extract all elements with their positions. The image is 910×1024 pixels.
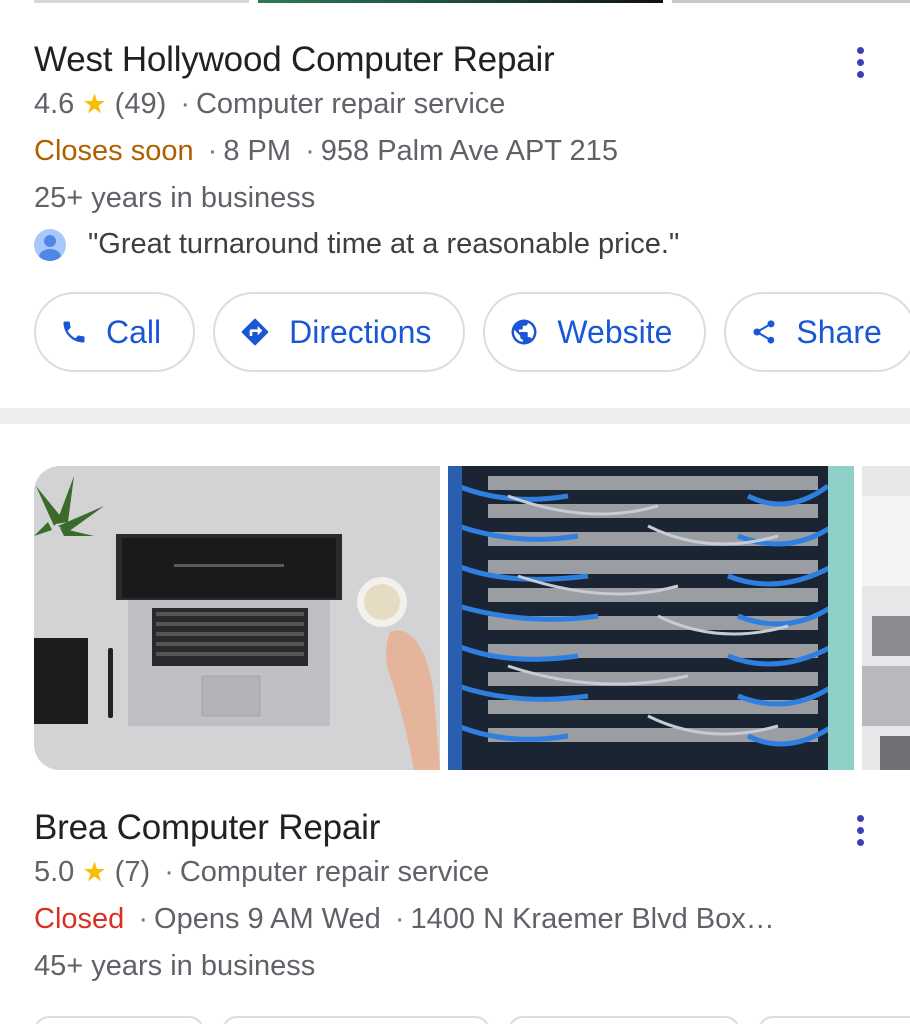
share-button[interactable]: Share: [724, 292, 910, 372]
section-divider: [0, 408, 910, 424]
business-listing-brea[interactable]: Brea Computer Repair 5.0 ★ (7) · Computer…: [0, 424, 910, 1024]
years-in-business: 25+ years in business: [34, 182, 316, 214]
phone-icon: [63, 321, 85, 343]
photo-office[interactable]: [862, 466, 910, 770]
separator: ·: [164, 856, 174, 888]
dot-icon: [856, 838, 864, 846]
server-image: [448, 466, 854, 770]
separator: ·: [180, 88, 190, 120]
address: 958 Palm Ave APT 215: [320, 135, 618, 167]
rating-line: 5.0 ★ (7) · Computer repair service: [34, 856, 489, 889]
business-name[interactable]: Brea Computer Repair: [34, 808, 380, 848]
rating-value: 5.0: [34, 856, 75, 888]
avatar-icon: [34, 228, 66, 261]
chip-edge[interactable]: [758, 1016, 910, 1024]
more-options-button[interactable]: [848, 42, 872, 82]
photo-server-rack[interactable]: [448, 466, 854, 770]
star-icon: ★: [82, 89, 107, 119]
years-in-business: 45+ years in business: [34, 950, 316, 982]
website-button[interactable]: Website: [483, 292, 707, 372]
opening-time: Opens 9 AM Wed: [154, 903, 381, 935]
website-label: Website: [557, 313, 673, 350]
dot-icon: [856, 70, 864, 78]
separator: ·: [394, 903, 405, 935]
address: 1400 N Kraemer Blvd Box…: [410, 903, 775, 935]
more-options-button[interactable]: [848, 810, 872, 850]
call-label: Call: [106, 313, 162, 350]
review-count[interactable]: (7): [115, 856, 150, 888]
business-listing-west-hollywood[interactable]: West Hollywood Computer Repair 4.6 ★ (49…: [0, 0, 910, 408]
review-quote: "Great turnaround time at a reasonable p…: [88, 228, 680, 260]
review-snippet: "Great turnaround time at a reasonable p…: [34, 228, 679, 261]
separator: ·: [207, 135, 218, 167]
directions-icon: [241, 318, 269, 346]
action-chips: Call Directions Website Share: [34, 292, 910, 372]
category: Computer repair service: [195, 88, 506, 120]
office-image: [862, 466, 910, 770]
hours-address-line: Closes soon · 8 PM · 958 Palm Ave APT 215: [34, 135, 618, 168]
photo-carousel[interactable]: [34, 466, 910, 770]
rating-line: 4.6 ★ (49) · Computer repair service: [34, 88, 505, 121]
dot-icon: [856, 46, 864, 54]
directions-label: Directions: [289, 313, 432, 350]
dot-icon: [856, 826, 864, 834]
status-text: Closes soon: [34, 135, 194, 167]
chip-edge[interactable]: [508, 1016, 740, 1024]
closing-time: 8 PM: [223, 135, 292, 167]
category: Computer repair service: [179, 856, 490, 888]
photo-laptop-desk[interactable]: [34, 466, 440, 770]
review-count[interactable]: (49): [115, 88, 167, 120]
star-icon: ★: [82, 857, 107, 887]
rating-value: 4.6: [34, 88, 75, 120]
separator: ·: [138, 903, 149, 935]
status-text: Closed: [34, 903, 125, 935]
laptop-image: [34, 466, 440, 770]
globe-icon: [511, 319, 537, 345]
share-icon: [753, 320, 775, 344]
dot-icon: [856, 814, 864, 822]
chip-edge[interactable]: [34, 1016, 204, 1024]
business-name[interactable]: West Hollywood Computer Repair: [34, 40, 555, 80]
hours-address-line: Closed · Opens 9 AM Wed · 1400 N Kraemer B…: [34, 903, 775, 936]
action-chips-cropped: [0, 1016, 910, 1024]
share-label: Share: [796, 313, 882, 350]
chip-edge[interactable]: [222, 1016, 490, 1024]
directions-button[interactable]: Directions: [213, 292, 466, 372]
separator: ·: [305, 135, 315, 167]
dot-icon: [856, 58, 864, 66]
call-button[interactable]: Call: [34, 292, 196, 372]
